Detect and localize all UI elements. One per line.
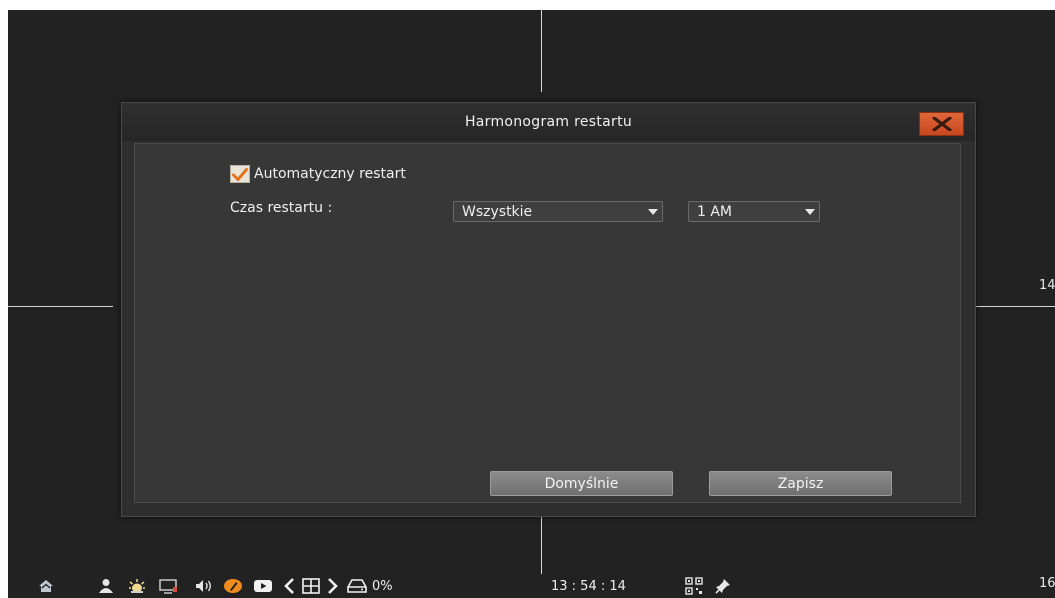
default-button[interactable]: Domyślnie <box>490 471 673 496</box>
volume-icon[interactable] <box>194 574 214 598</box>
grid-divider-vertical-bottom <box>541 510 542 574</box>
restart-day-select[interactable]: Wszystkie <box>453 201 663 222</box>
chevron-down-icon <box>644 208 662 215</box>
taskbar: 0% 13 : 54 : 14 <box>8 574 768 598</box>
grid-divider-horizontal-right <box>969 306 1055 307</box>
dialog-content: Automatyczny restart Czas restartu : Wsz… <box>134 143 961 503</box>
restart-day-value: Wszystkie <box>462 203 533 220</box>
chevron-down-icon <box>801 208 819 215</box>
channel-label-14: 14 <box>1039 278 1055 293</box>
dialog-title: Harmonogram restartu <box>464 114 633 130</box>
close-button[interactable] <box>919 112 964 136</box>
close-icon <box>931 117 952 131</box>
user-icon[interactable] <box>96 574 116 598</box>
checkmark-icon <box>232 167 248 181</box>
auto-restart-label: Automatyczny restart <box>254 166 406 182</box>
restart-hour-select[interactable]: 1 AM <box>688 201 820 222</box>
layout-grid-icon[interactable] <box>300 574 322 598</box>
next-icon[interactable] <box>324 574 342 598</box>
restart-schedule-dialog: Harmonogram restartu Automatyczny restar… <box>121 102 976 517</box>
dialog-titlebar: Harmonogram restartu <box>122 103 975 141</box>
disk-icon <box>346 574 368 598</box>
pin-icon[interactable] <box>713 574 733 598</box>
grid-divider-horizontal-left <box>8 306 113 307</box>
restart-hour-value: 1 AM <box>697 203 733 220</box>
display-icon[interactable] <box>158 574 180 598</box>
qr-code-icon[interactable] <box>683 574 705 598</box>
playback-icon[interactable] <box>252 574 274 598</box>
home-icon[interactable] <box>36 574 56 598</box>
auto-restart-row: Automatyczny restart <box>230 165 406 183</box>
disk-usage-text: 0% <box>372 579 393 594</box>
prev-icon[interactable] <box>280 574 298 598</box>
auto-restart-checkbox[interactable] <box>230 165 250 183</box>
channel-label-16: 16 <box>1039 576 1055 591</box>
restart-time-label: Czas restartu : <box>230 200 333 216</box>
save-button[interactable]: Zapisz <box>709 471 892 496</box>
grid-divider-vertical-top <box>541 10 542 92</box>
dvr-screen: 14 16 Harmonogram restartu Automatyczny … <box>8 10 1055 598</box>
clock-text: 13 : 54 : 14 <box>551 579 626 594</box>
alarm-icon[interactable] <box>126 574 148 598</box>
edit-icon[interactable] <box>222 574 244 598</box>
